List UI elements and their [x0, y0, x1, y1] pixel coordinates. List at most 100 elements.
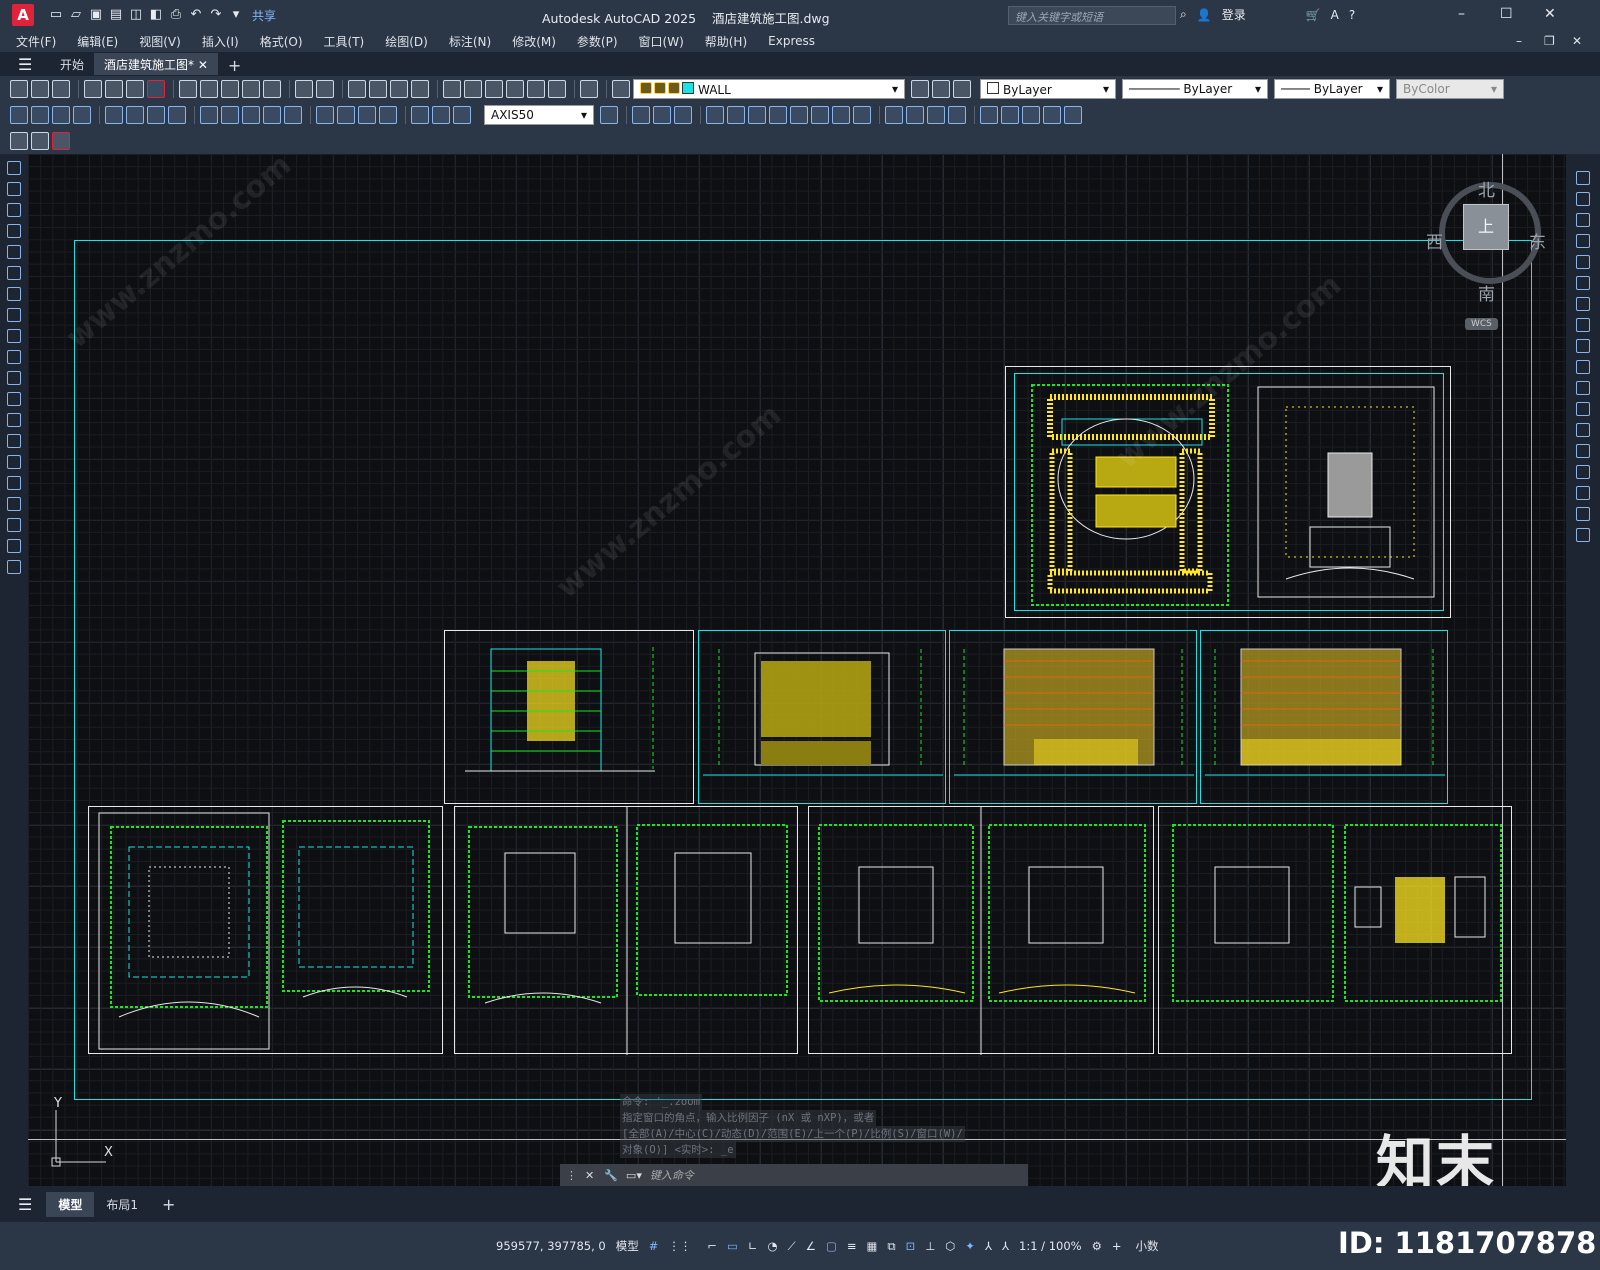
inspect-icon[interactable]: [358, 106, 376, 124]
point-icon[interactable]: [7, 434, 21, 448]
gizmo-icon[interactable]: ✦: [965, 1239, 975, 1253]
jogged-icon[interactable]: [126, 106, 144, 124]
zoom-previous-icon[interactable]: [411, 80, 429, 98]
command-prompt-icon[interactable]: ▭▾: [626, 1169, 642, 1182]
tool-a-icon[interactable]: [632, 106, 650, 124]
menu-express[interactable]: Express: [768, 34, 815, 48]
menu-modify[interactable]: 修改(M): [512, 33, 556, 50]
plotstyle-dropdown[interactable]: ByColor ▾: [1396, 79, 1504, 99]
open-file-icon[interactable]: [31, 80, 49, 98]
menu-edit[interactable]: 编辑(E): [77, 33, 118, 50]
join-icon[interactable]: [1576, 444, 1590, 458]
command-input[interactable]: 键入命令: [650, 1167, 694, 1183]
match-prop-icon[interactable]: [242, 80, 260, 98]
hatch-icon[interactable]: [7, 455, 21, 469]
tool-q-icon[interactable]: [1001, 106, 1019, 124]
insert-block-icon[interactable]: [7, 392, 21, 406]
rotate-icon[interactable]: [1576, 297, 1590, 311]
tool-h-icon[interactable]: [790, 106, 808, 124]
ellipse-icon[interactable]: [7, 350, 21, 364]
arc-length-icon[interactable]: [52, 106, 70, 124]
dim-text-edit-icon[interactable]: [432, 106, 450, 124]
user-icon[interactable]: 👤: [1197, 8, 1212, 22]
copy-icon[interactable]: [200, 80, 218, 98]
search-input[interactable]: 键入关键字或短语: [1008, 6, 1176, 25]
add-layout-button[interactable]: +: [150, 1191, 187, 1218]
array-icon[interactable]: [1576, 255, 1590, 269]
arc-icon[interactable]: [7, 266, 21, 280]
make-block-icon[interactable]: [7, 413, 21, 427]
ortho-icon[interactable]: ∟: [748, 1239, 758, 1253]
break-point-icon[interactable]: [1576, 402, 1590, 416]
add-selected-icon[interactable]: [7, 560, 21, 574]
grip-icon[interactable]: ⋮: [566, 1169, 577, 1182]
infer-icon[interactable]: ⌐: [707, 1239, 717, 1253]
web-open-icon[interactable]: ◫: [128, 7, 144, 23]
dynamic-ucs-icon[interactable]: ⊥: [925, 1239, 935, 1253]
rectangle-icon[interactable]: [7, 245, 21, 259]
tab-model[interactable]: 模型: [46, 1191, 95, 1217]
viewcube-top-face[interactable]: 上: [1463, 204, 1509, 250]
snap-icon[interactable]: ⋮⋮: [668, 1239, 691, 1253]
tab-start[interactable]: 开始: [50, 53, 94, 75]
gradient-icon[interactable]: [7, 476, 21, 490]
move-icon[interactable]: [1576, 276, 1590, 290]
mtext-icon[interactable]: [7, 539, 21, 553]
maximize-button[interactable]: ☐: [1500, 6, 1513, 22]
drawing-sheet-elevation-2[interactable]: [949, 630, 1197, 804]
qnew-icon[interactable]: [10, 80, 28, 98]
login-button[interactable]: 登录: [1222, 6, 1246, 23]
extra-a-icon[interactable]: [10, 132, 28, 150]
viewcube[interactable]: 上 北 南 西 东 WCS: [1421, 166, 1561, 346]
copy-object-icon[interactable]: [1576, 192, 1590, 206]
drawing-sheet-floor-plans-1[interactable]: [88, 806, 443, 1054]
tool-d-icon[interactable]: [706, 106, 724, 124]
drawing-canvas[interactable]: www.znzmo.com www.znzmo.com www.znzmo.co…: [28, 154, 1566, 1186]
web-save-icon[interactable]: ◧: [148, 7, 164, 23]
wcs-menu[interactable]: WCS: [1465, 318, 1498, 330]
new-icon[interactable]: ▭: [48, 7, 64, 23]
open-icon[interactable]: ▱: [68, 7, 84, 23]
color-dropdown[interactable]: ByLayer ▾: [980, 79, 1116, 99]
viewcube-north[interactable]: 北: [1478, 176, 1495, 201]
autocad-logo[interactable]: A: [12, 4, 34, 26]
tool-s-icon[interactable]: [1043, 106, 1061, 124]
drawing-sheet-floor-plans-2[interactable]: [454, 806, 798, 1055]
table-icon[interactable]: [7, 518, 21, 532]
tool-k-icon[interactable]: [853, 106, 871, 124]
layer-previous-icon[interactable]: [932, 80, 950, 98]
offset-icon[interactable]: [1576, 234, 1590, 248]
model-space-button[interactable]: 模型: [616, 1238, 639, 1254]
help-tool-icon[interactable]: [580, 80, 598, 98]
pan-icon[interactable]: [348, 80, 366, 98]
tool-e-icon[interactable]: [727, 106, 745, 124]
tab-hotel-drawing[interactable]: 酒店建筑施工图* ✕: [94, 53, 218, 75]
lineweight-icon[interactable]: ≡: [847, 1239, 857, 1253]
viewcube-south[interactable]: 南: [1478, 280, 1495, 305]
selection-filter-icon[interactable]: ⬡: [945, 1239, 955, 1253]
tolerance-icon[interactable]: [316, 106, 334, 124]
new-tab-button[interactable]: +: [218, 53, 251, 75]
trim-icon[interactable]: [1576, 360, 1590, 374]
3d-osnap-icon[interactable]: ⊡: [906, 1239, 916, 1253]
continue-icon[interactable]: [242, 106, 260, 124]
sheet-set-icon[interactable]: [506, 80, 524, 98]
dim-edit-icon[interactable]: [411, 106, 429, 124]
linear-dim-icon[interactable]: [10, 106, 28, 124]
pdf-icon[interactable]: [147, 80, 165, 98]
tool-o-icon[interactable]: [948, 106, 966, 124]
share-button[interactable]: 共享: [252, 7, 276, 24]
dim-update-icon[interactable]: [453, 106, 471, 124]
print-icon[interactable]: [84, 80, 102, 98]
extra-b-icon[interactable]: [31, 132, 49, 150]
gear-icon[interactable]: ⚙: [1092, 1239, 1102, 1253]
zoom-realtime-icon[interactable]: [369, 80, 387, 98]
units-dropdown[interactable]: 小数: [1136, 1238, 1159, 1254]
cut-icon[interactable]: [179, 80, 197, 98]
save-file-icon[interactable]: [52, 80, 70, 98]
baseline-icon[interactable]: [221, 106, 239, 124]
close-command-icon[interactable]: ✕: [585, 1169, 594, 1182]
drawing-sheet-floor-plans-3[interactable]: [808, 806, 1154, 1055]
quick-dim-icon[interactable]: [200, 106, 218, 124]
block-editor-icon[interactable]: [263, 80, 281, 98]
